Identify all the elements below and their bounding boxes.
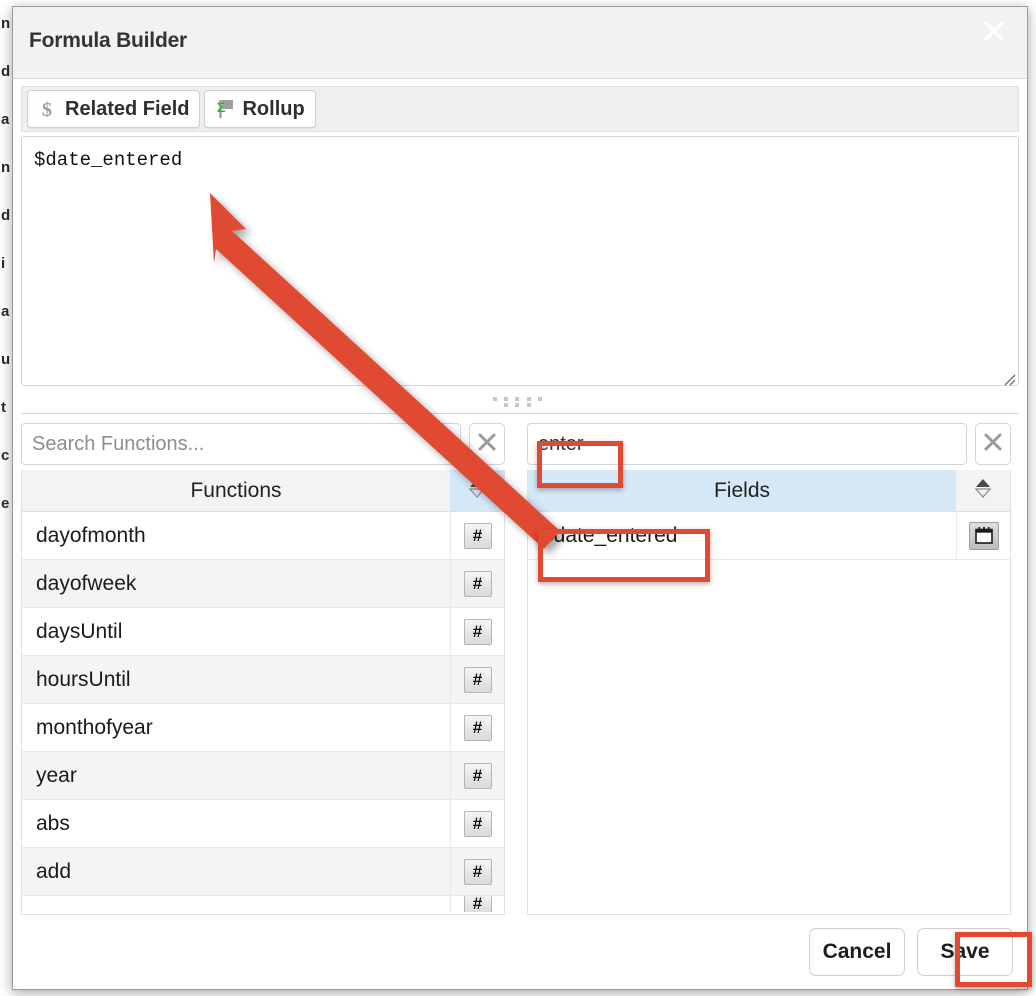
bg-line: n	[1, 159, 11, 176]
dialog-footer: Cancel Save	[13, 915, 1027, 989]
bg-line: t	[1, 399, 6, 416]
function-insert-cell[interactable]: #	[450, 848, 504, 895]
fields-sort-button[interactable]	[956, 470, 1010, 511]
cancel-button[interactable]: Cancel	[809, 928, 905, 976]
bg-line: a	[1, 111, 10, 128]
functions-clear-button[interactable]	[469, 423, 505, 465]
table-row[interactable]: add #	[22, 848, 504, 896]
formula-toolbar: $ Related Field Σ Rollup	[21, 86, 1019, 132]
table-row[interactable]: abs #	[22, 800, 504, 848]
fields-search-input[interactable]	[527, 423, 967, 465]
function-insert-cell[interactable]: #	[450, 704, 504, 751]
drag-dots-icon	[493, 396, 547, 408]
table-row[interactable]: $date_entered	[528, 512, 1010, 560]
panel-drag-handle[interactable]	[13, 391, 1027, 413]
bg-line: u	[1, 351, 11, 368]
bg-line: d	[1, 63, 11, 80]
fields-search-row	[527, 422, 1011, 466]
bg-line: e	[1, 495, 10, 512]
fields-column-header[interactable]: Fields	[528, 470, 956, 511]
function-insert-cell[interactable]: #	[450, 752, 504, 799]
table-row[interactable]: monthofyear #	[22, 704, 504, 752]
fields-panel: Fields $date_entered	[527, 422, 1011, 915]
fields-table: Fields $date_entered	[527, 470, 1011, 915]
bg-line: a	[1, 303, 10, 320]
functions-search-row	[21, 422, 505, 466]
function-insert-cell[interactable]: #	[450, 512, 504, 559]
save-button[interactable]: Save	[917, 928, 1013, 976]
function-name[interactable]: monthofyear	[22, 704, 450, 751]
functions-table: Functions dayofmonth # dayofweek # daysU…	[21, 470, 505, 915]
selector-panels: Functions dayofmonth	[13, 414, 1027, 915]
function-insert-cell[interactable]: #	[450, 896, 504, 912]
clear-x-icon	[476, 431, 498, 458]
function-name[interactable]: daysUntil	[22, 608, 450, 655]
function-insert-cell[interactable]: #	[450, 560, 504, 607]
functions-panel: Functions dayofmonth	[21, 422, 505, 915]
field-name[interactable]: $date_entered	[528, 512, 956, 559]
hash-icon[interactable]: #	[463, 896, 492, 912]
calendar-icon[interactable]	[968, 521, 999, 550]
hash-icon[interactable]: #	[463, 618, 492, 645]
function-name[interactable]: hoursUntil	[22, 656, 450, 703]
bg-line: d	[1, 207, 11, 224]
hash-icon[interactable]: #	[463, 522, 492, 549]
hash-icon[interactable]: #	[463, 810, 492, 837]
svg-text:Σ: Σ	[217, 99, 225, 115]
related-field-label: Related Field	[65, 97, 190, 120]
function-name[interactable]: abs	[22, 800, 450, 847]
formula-builder-dialog: Formula Builder $ Related Field Σ Rollup…	[12, 6, 1028, 990]
fields-table-body: $date_entered	[528, 512, 1010, 914]
table-row[interactable]: hoursUntil #	[22, 656, 504, 704]
formula-editor	[21, 136, 1019, 391]
svg-text:$: $	[42, 99, 52, 120]
fields-clear-button[interactable]	[975, 423, 1011, 465]
close-icon[interactable]	[977, 14, 1011, 48]
fields-table-header: Fields	[528, 470, 1010, 512]
table-row[interactable]: daysUntil #	[22, 608, 504, 656]
function-insert-cell[interactable]: #	[450, 800, 504, 847]
table-row[interactable]: year #	[22, 752, 504, 800]
table-row[interactable]: dayofweek #	[22, 560, 504, 608]
bg-line: c	[1, 447, 10, 464]
function-insert-cell[interactable]: #	[450, 608, 504, 655]
functions-table-body: dayofmonth # dayofweek # daysUntil # hou…	[22, 512, 504, 914]
functions-search-input[interactable]	[21, 423, 461, 465]
function-name[interactable]: add	[22, 848, 450, 895]
table-row-partial[interactable]: #	[22, 896, 504, 912]
hash-icon[interactable]: #	[463, 762, 492, 789]
hash-icon[interactable]: #	[463, 858, 492, 885]
rollup-label: Rollup	[242, 97, 305, 120]
function-name[interactable]: dayofweek	[22, 560, 450, 607]
sort-updown-icon	[974, 476, 992, 505]
formula-textarea[interactable]	[21, 136, 1019, 386]
related-field-button[interactable]: $ Related Field	[27, 90, 201, 128]
rollup-button[interactable]: Σ Rollup	[204, 90, 316, 128]
sort-updown-icon	[468, 476, 486, 505]
bg-line: i	[1, 255, 6, 272]
hash-icon[interactable]: #	[463, 570, 492, 597]
function-name[interactable]	[22, 896, 450, 912]
function-name[interactable]: dayofmonth	[22, 512, 450, 559]
sigma-flag-icon: Σ	[213, 98, 235, 120]
dollar-sign-icon: $	[36, 98, 58, 121]
clear-x-icon	[982, 431, 1004, 458]
dialog-header: Formula Builder	[13, 7, 1027, 79]
screenshot-root: n d a n d i a u t c e Formula Builder $ …	[0, 0, 1036, 996]
functions-table-header: Functions	[22, 470, 504, 512]
hash-icon[interactable]: #	[463, 666, 492, 693]
background-page-edge: n d a n d i a u t c e	[0, 0, 12, 996]
hash-icon[interactable]: #	[463, 714, 492, 741]
page-title: Formula Builder	[29, 29, 188, 52]
field-insert-cell[interactable]	[956, 512, 1010, 559]
functions-column-header[interactable]: Functions	[22, 470, 450, 511]
function-name[interactable]: year	[22, 752, 450, 799]
table-row[interactable]: dayofmonth #	[22, 512, 504, 560]
bg-line: n	[1, 15, 11, 32]
function-insert-cell[interactable]: #	[450, 656, 504, 703]
functions-sort-button[interactable]	[450, 470, 504, 511]
